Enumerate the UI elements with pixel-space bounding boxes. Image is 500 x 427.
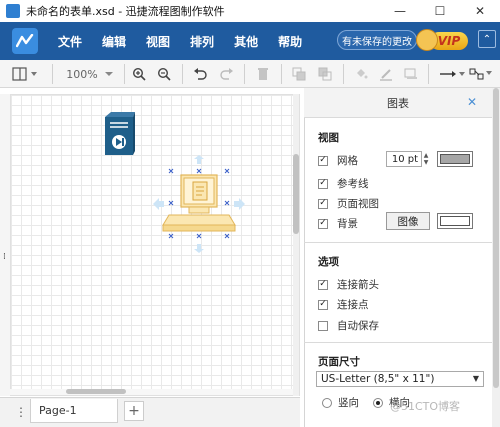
close-panel-icon[interactable]: ✕: [466, 95, 478, 109]
page-tab[interactable]: Page-1: [30, 399, 118, 423]
guides-checkbox[interactable]: ✓: [318, 178, 328, 189]
autosave-checkbox[interactable]: ✓: [318, 320, 328, 331]
connection-arrows-label: 连接箭头: [337, 279, 379, 291]
watermark: @51CTO博客: [390, 400, 461, 413]
connection-points-checkbox[interactable]: ✓: [318, 299, 328, 310]
grid-option[interactable]: ✓ 网格: [318, 153, 358, 168]
zoom-in-icon[interactable]: [130, 64, 148, 84]
grid-label: 网格: [337, 155, 358, 167]
panel-title-label: 图表: [387, 96, 409, 110]
guides-label: 参考线: [337, 178, 369, 190]
server-shape-icon[interactable]: [101, 111, 135, 157]
connection-arrows-option[interactable]: ✓ 连接箭头: [318, 277, 379, 292]
menu-other[interactable]: 其他: [234, 33, 258, 50]
menu-file[interactable]: 文件: [58, 33, 82, 50]
scrollbar-thumb[interactable]: [66, 389, 126, 394]
toolbar-divider: [124, 64, 125, 84]
undo-icon[interactable]: [191, 64, 209, 84]
grid-size-stepper[interactable]: ▲ ▼: [422, 151, 430, 167]
connection-points-label: 连接点: [337, 299, 369, 311]
scrollbar-thumb[interactable]: [293, 154, 299, 234]
panel-title: 图表: [304, 88, 492, 118]
page-view-option[interactable]: ✓ 页面视图: [318, 196, 379, 211]
to-back-icon[interactable]: [316, 64, 334, 84]
to-front-icon[interactable]: [290, 64, 308, 84]
toolbar-divider: [244, 64, 245, 84]
menu-view[interactable]: 视图: [146, 33, 170, 50]
menu-arrange[interactable]: 排列: [190, 33, 214, 50]
section-divider: [304, 342, 492, 343]
line-color-icon[interactable]: [377, 64, 395, 84]
panel-scrollbar[interactable]: [492, 88, 500, 427]
app-logo-icon: [12, 28, 38, 54]
background-color-button[interactable]: [437, 213, 473, 229]
background-option[interactable]: ✓ 背景: [318, 216, 358, 231]
zoom-select[interactable]: 100%: [64, 64, 116, 84]
redo-icon[interactable]: [218, 64, 236, 84]
page-size-select[interactable]: US-Letter (8,5" x 11") ▼: [316, 371, 484, 387]
mascot-icon: [416, 29, 438, 51]
diagram-canvas[interactable]: [10, 94, 300, 396]
zoom-value: 100%: [66, 67, 98, 81]
grid-checkbox[interactable]: ✓: [318, 155, 328, 166]
maximize-button[interactable]: ☐: [420, 0, 460, 22]
toolbar-divider: [52, 64, 53, 84]
waypoints-icon[interactable]: [468, 64, 494, 84]
autosave-option[interactable]: ✓ 自动保存: [318, 318, 379, 333]
page-size-value: US-Letter (8,5" x 11"): [321, 373, 435, 385]
zoom-out-icon[interactable]: [155, 64, 173, 84]
grid-color-button[interactable]: [437, 151, 473, 167]
chevron-down-icon: ▼: [472, 374, 479, 383]
portrait-label: 竖向: [338, 397, 359, 409]
app-window: 未命名的表单.xsd - 迅捷流程图制作软件 — ☐ ✕ 文件 编辑 视图 排列…: [0, 0, 500, 427]
window-title: 未命名的表单.xsd - 迅捷流程图制作软件: [26, 5, 225, 18]
toolbar-divider: [428, 64, 429, 84]
format-panel-icon[interactable]: [10, 64, 40, 84]
background-checkbox[interactable]: ✓: [318, 218, 328, 229]
section-view-heading: 视图: [318, 132, 339, 144]
selected-computer-shape[interactable]: [151, 155, 247, 253]
canvas-horizontal-scrollbar[interactable]: [10, 389, 293, 395]
minimize-button[interactable]: —: [380, 0, 420, 22]
collapse-icon[interactable]: ⌃: [478, 30, 496, 48]
canvas-vertical-scrollbar[interactable]: [293, 94, 299, 396]
fill-color-icon[interactable]: [352, 64, 370, 84]
connection-arrows-checkbox[interactable]: ✓: [318, 279, 328, 290]
app-icon: [6, 4, 20, 18]
toolbar-divider: [281, 64, 282, 84]
close-window-button[interactable]: ✕: [460, 0, 500, 22]
landscape-radio[interactable]: [373, 397, 383, 408]
connection-icon[interactable]: [437, 64, 467, 84]
background-label: 背景: [337, 218, 358, 230]
add-page-button[interactable]: +: [124, 401, 144, 421]
page-view-checkbox[interactable]: ✓: [318, 198, 328, 209]
scrollbar-thumb[interactable]: [493, 88, 499, 388]
page-menu-icon[interactable]: ⋮: [14, 404, 28, 420]
toolbar-divider: [182, 64, 183, 84]
shadow-icon[interactable]: [402, 64, 420, 84]
menu-edit[interactable]: 编辑: [102, 33, 126, 50]
drag-handle-icon[interactable]: ⁞: [3, 252, 6, 262]
unsaved-changes-badge[interactable]: 有未保存的更改: [337, 30, 417, 50]
guides-option[interactable]: ✓ 参考线: [318, 176, 369, 191]
section-divider: [304, 242, 492, 243]
toolbar-divider: [343, 64, 344, 84]
page-view-label: 页面视图: [337, 198, 379, 210]
grid-color-swatch: [440, 154, 470, 164]
section-options-heading: 选项: [318, 256, 339, 268]
delete-icon[interactable]: [254, 64, 272, 84]
background-color-swatch: [440, 216, 470, 226]
background-image-button[interactable]: 图像: [386, 212, 430, 230]
section-page-size-heading: 页面尺寸: [318, 356, 360, 368]
autosave-label: 自动保存: [337, 320, 379, 332]
sidebar-collapsed: [0, 94, 10, 396]
page-tab-label: Page-1: [39, 404, 77, 417]
grid-size-input[interactable]: 10 pt: [386, 151, 422, 167]
connection-points-option[interactable]: ✓ 连接点: [318, 297, 369, 312]
menu-help[interactable]: 帮助: [278, 33, 302, 50]
portrait-radio[interactable]: [322, 397, 332, 408]
vip-button[interactable]: VIP: [416, 26, 470, 56]
